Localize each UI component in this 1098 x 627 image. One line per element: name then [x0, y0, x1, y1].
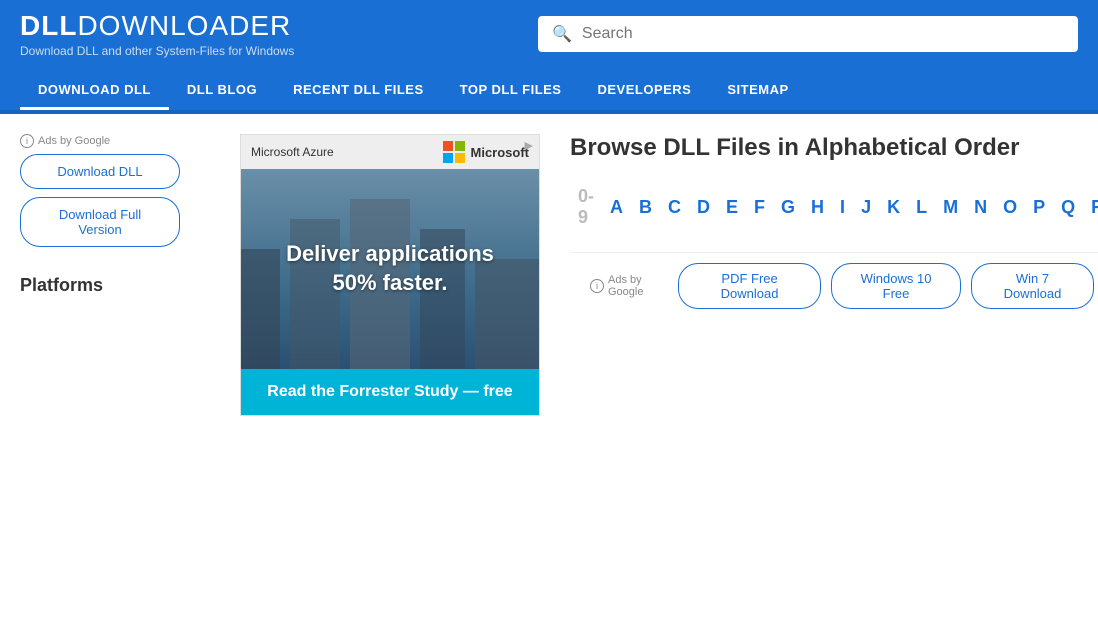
ms-square-blue: [443, 153, 453, 163]
alpha-D[interactable]: D: [689, 193, 718, 222]
alpha-R[interactable]: R: [1083, 193, 1098, 222]
alpha-E[interactable]: E: [718, 193, 746, 222]
nav-recent-dll-files[interactable]: RECENT DLL FILES: [275, 72, 442, 110]
ad-headline-line1: Deliver applications: [286, 241, 494, 266]
alpha-N[interactable]: N: [966, 193, 995, 222]
alpha-F[interactable]: F: [746, 193, 773, 222]
download-full-version-button[interactable]: Download Full Version: [20, 197, 180, 247]
ad-image-area: Deliver applications 50% faster.: [241, 169, 539, 369]
download-dll-button[interactable]: Download DLL: [20, 154, 180, 189]
bottom-ads-text: Ads by Google: [608, 274, 668, 298]
alpha-P[interactable]: P: [1025, 193, 1053, 222]
nav-download-dll[interactable]: DOWNLOAD DLL: [20, 72, 169, 110]
bottom-ads-label: i Ads by Google: [590, 274, 668, 298]
ms-square-red: [443, 141, 453, 151]
microsoft-squares-icon: [443, 141, 465, 163]
nav-dll-blog[interactable]: DLL BLOG: [169, 72, 275, 110]
header-top: DLLDOWNLOADER Download DLL and other Sys…: [20, 10, 1078, 64]
logo-dll: DLL: [20, 10, 77, 41]
nav-sitemap[interactable]: SITEMAP: [709, 72, 806, 110]
logo-downloader: DOWNLOADER: [77, 10, 291, 41]
browse-section: Browse DLL Files in Alphabetical Order 0…: [560, 134, 1098, 416]
alpha-I[interactable]: I: [832, 193, 853, 222]
main-content: i Ads by Google Download DLL Download Fu…: [0, 114, 1098, 436]
alpha-A[interactable]: A: [602, 193, 631, 222]
alpha-C[interactable]: C: [660, 193, 689, 222]
ad-text: Deliver applications 50% faster.: [286, 240, 494, 297]
ads-by-google-label: i Ads by Google: [20, 134, 220, 148]
microsoft-logo: Microsoft: [443, 141, 530, 163]
site-subtitle: Download DLL and other System-Files for …: [20, 44, 294, 58]
ad-header: Microsoft Azure Microsoft ▶: [241, 135, 539, 169]
main-nav: DOWNLOAD DLL DLL BLOG RECENT DLL FILES T…: [20, 72, 1078, 110]
search-icon: 🔍: [552, 24, 572, 44]
ad-brand: Microsoft Azure: [251, 145, 334, 159]
alpha-L[interactable]: L: [908, 193, 935, 222]
nav-developers[interactable]: DEVELOPERS: [579, 72, 709, 110]
ad-center: Microsoft Azure Microsoft ▶ Deliver: [240, 134, 540, 416]
ads-label-text: Ads by Google: [38, 135, 110, 147]
ms-square-yellow: [455, 153, 465, 163]
browse-title: Browse DLL Files in Alphabetical Order: [570, 134, 1098, 162]
search-input[interactable]: [582, 25, 1064, 43]
ad-company: Microsoft: [471, 145, 530, 160]
alpha-J[interactable]: J: [853, 193, 879, 222]
alpha-G[interactable]: G: [773, 193, 803, 222]
alphabet-row: 0-9 A B C D E F G H I J K L M N O P Q R …: [570, 182, 1098, 232]
nav-top-dll-files[interactable]: TOP DLL FILES: [442, 72, 580, 110]
search-bar[interactable]: 🔍: [538, 16, 1078, 52]
alpha-O[interactable]: O: [995, 193, 1025, 222]
info-icon: i: [20, 134, 34, 148]
ad-info-icon[interactable]: ▶: [525, 139, 533, 152]
ms-square-green: [455, 141, 465, 151]
sidebar: i Ads by Google Download DLL Download Fu…: [20, 134, 220, 416]
alpha-0-9[interactable]: 0-9: [570, 182, 602, 232]
site-logo[interactable]: DLLDOWNLOADER: [20, 10, 294, 42]
bottom-info-icon: i: [590, 279, 604, 293]
platforms-label: Platforms: [20, 275, 220, 296]
logo-area: DLLDOWNLOADER Download DLL and other Sys…: [20, 10, 294, 58]
alpha-M[interactable]: M: [935, 193, 966, 222]
bottom-windows10-btn[interactable]: Windows 10 Free: [831, 263, 960, 309]
bottom-win7-btn[interactable]: Win 7 Download: [971, 263, 1095, 309]
alpha-Q[interactable]: Q: [1053, 193, 1083, 222]
ad-headline-line2: 50% faster.: [333, 270, 448, 295]
bottom-pdf-download-btn[interactable]: PDF Free Download: [678, 263, 822, 309]
alpha-H[interactable]: H: [803, 193, 832, 222]
ad-cta-button[interactable]: Read the Forrester Study — free: [241, 369, 539, 415]
bottom-ads-bar: i Ads by Google PDF Free Download Window…: [570, 252, 1098, 319]
alpha-B[interactable]: B: [631, 193, 660, 222]
ad-box: Microsoft Azure Microsoft ▶ Deliver: [240, 134, 540, 416]
alpha-K[interactable]: K: [879, 193, 908, 222]
site-header: DLLDOWNLOADER Download DLL and other Sys…: [0, 0, 1098, 110]
